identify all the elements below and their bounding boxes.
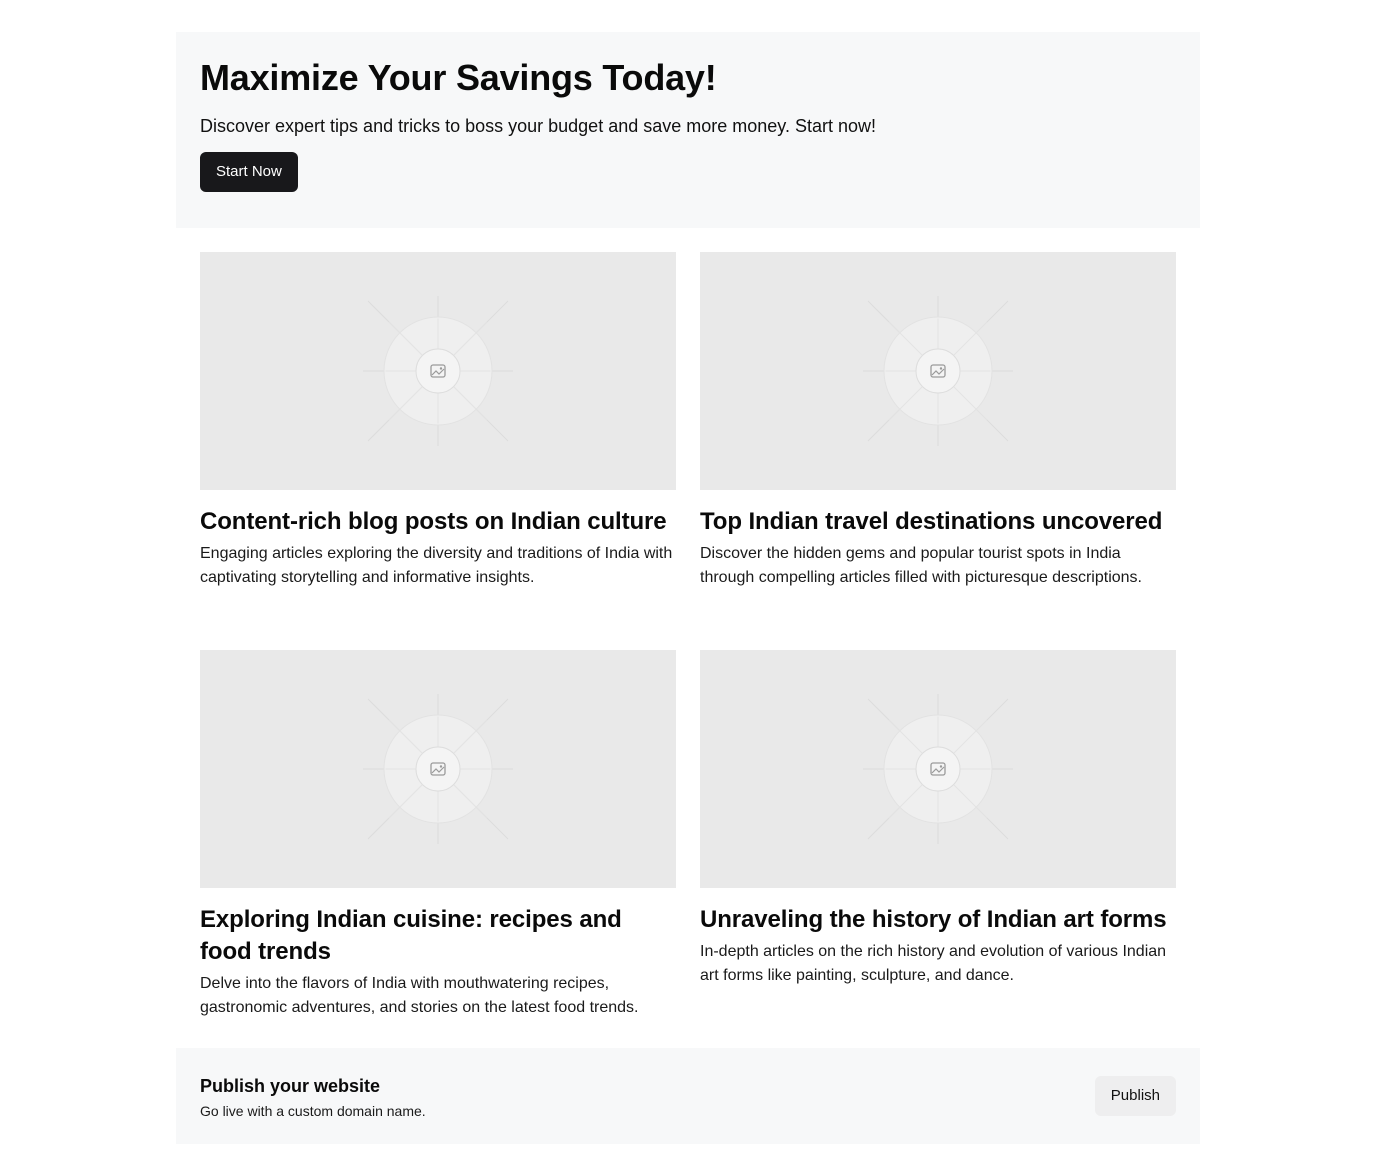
card-indian-cuisine[interactable]: Exploring Indian cuisine: recipes and fo… — [200, 650, 676, 1020]
image-placeholder-icon — [863, 296, 1013, 446]
card-travel-destinations[interactable]: Top Indian travel destinations uncovered… — [700, 252, 1176, 590]
image-placeholder-icon — [363, 694, 513, 844]
publish-subtitle: Go live with a custom domain name. — [200, 1103, 426, 1119]
card-title: Content-rich blog posts on Indian cultur… — [200, 508, 667, 535]
card-image — [700, 650, 1176, 888]
hero-title: Maximize Your Savings Today! — [200, 57, 717, 98]
card-art-forms[interactable]: Unraveling the history of Indian art for… — [700, 650, 1176, 988]
hero-section: Maximize Your Savings Today! Discover ex… — [176, 32, 1200, 228]
card-description: In-depth articles on the rich history an… — [700, 943, 1167, 984]
card-image — [700, 252, 1176, 490]
card-title: Unraveling the history of Indian art for… — [700, 906, 1167, 933]
card-description: Discover the hidden gems and popular tou… — [700, 545, 1142, 586]
card-image — [200, 650, 676, 888]
card-title: Top Indian travel destinations uncovered — [700, 508, 1163, 535]
card-description: Delve into the flavors of India with mou… — [200, 975, 639, 1016]
hero-subtitle: Discover expert tips and tricks to boss … — [200, 116, 876, 136]
card-indian-culture[interactable]: Content-rich blog posts on Indian cultur… — [200, 252, 676, 590]
publish-title: Publish your website — [200, 1076, 381, 1096]
image-placeholder-icon — [863, 694, 1013, 844]
publish-banner: Publish your website Go live with a cust… — [176, 1048, 1200, 1144]
publish-button[interactable]: Publish — [1094, 1076, 1176, 1116]
card-title: Exploring Indian cuisine: recipes and fo… — [200, 906, 622, 965]
card-description: Engaging articles exploring the diversit… — [200, 545, 673, 586]
start-now-button[interactable]: Start Now — [200, 152, 298, 192]
image-placeholder-icon — [363, 296, 513, 446]
card-image — [200, 252, 676, 490]
